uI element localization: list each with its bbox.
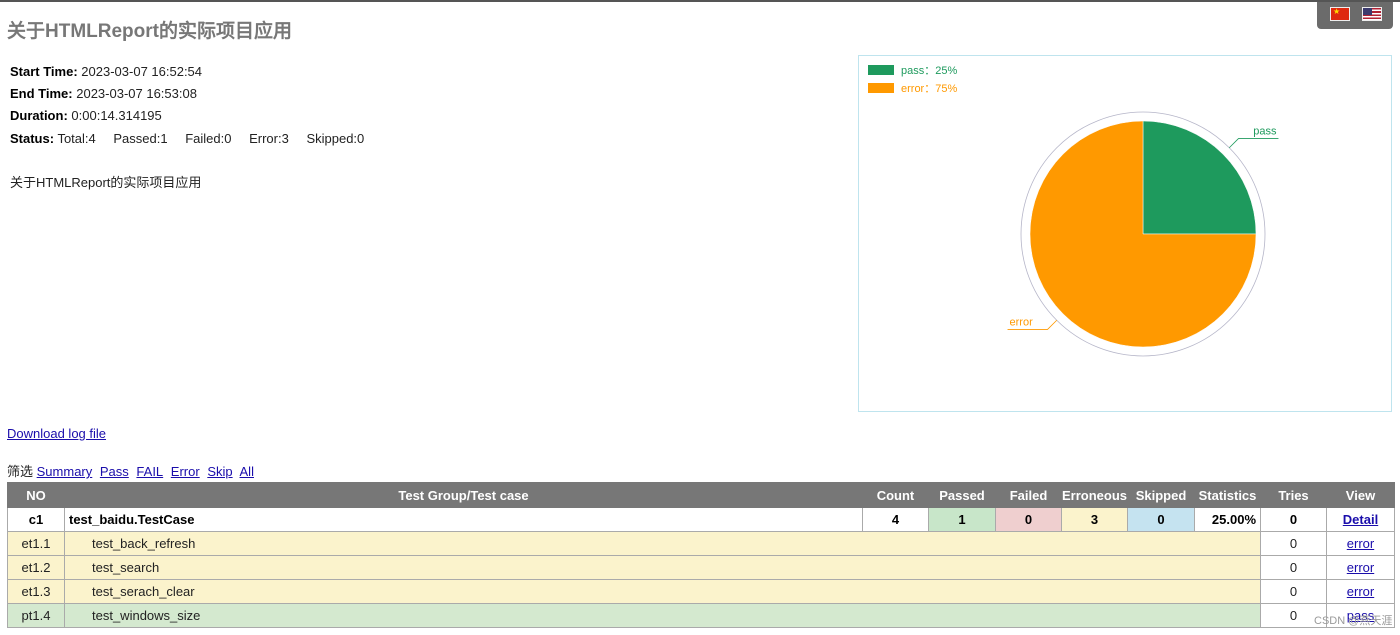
filter-bar: 筛选 Summary Pass FAIL Error Skip All	[7, 461, 254, 480]
status-total: Total:4	[57, 131, 96, 146]
table-row: et1.2 test_search 0 error	[7, 555, 1395, 580]
header-tries: Tries	[1260, 482, 1327, 508]
case-name: test_windows_size	[64, 603, 1261, 628]
legend-swatch-error	[868, 83, 894, 93]
us-flag-icon[interactable]	[1362, 7, 1382, 21]
case-view-cell: error	[1326, 531, 1395, 556]
pie-chart: pass：25% error：75% pass error	[858, 55, 1392, 412]
header-failed: Failed	[995, 482, 1062, 508]
status-skipped: Skipped:0	[306, 131, 365, 146]
header-statistics: Statistics	[1194, 482, 1261, 508]
group-failed: 0	[995, 507, 1062, 532]
pie-chart-svg: pass：25% error：75% pass error	[868, 65, 1279, 357]
report-description: 关于HTMLReport的实际项目应用	[10, 175, 202, 190]
header-passed: Passed	[928, 482, 996, 508]
group-erroneous: 3	[1061, 507, 1128, 532]
group-row: c1 test_baidu.TestCase 4 1 0 3 0 25.00% …	[7, 507, 1395, 532]
header-no: NO	[7, 482, 65, 508]
group-passed: 1	[928, 507, 996, 532]
start-time-value: 2023-03-07 16:52:54	[81, 64, 203, 79]
group-no: c1	[7, 507, 65, 532]
top-rule	[0, 0, 1400, 2]
case-name: test_back_refresh	[64, 531, 1261, 556]
header-skipped: Skipped	[1127, 482, 1195, 508]
legend-swatch-pass	[868, 65, 894, 75]
case-no: et1.3	[7, 579, 65, 604]
case-view-cell: error	[1326, 579, 1395, 604]
case-view-link[interactable]: error	[1347, 536, 1374, 551]
end-time-value: 2023-03-07 16:53:08	[76, 86, 197, 101]
download-log-link[interactable]: Download log file	[7, 426, 106, 441]
header-count: Count	[862, 482, 929, 508]
table-row: et1.3 test_serach_clear 0 error	[7, 579, 1395, 604]
group-count: 4	[862, 507, 929, 532]
case-view-link[interactable]: error	[1347, 584, 1374, 599]
case-view-link[interactable]: error	[1347, 560, 1374, 575]
start-time-label: Start Time:	[10, 64, 78, 79]
end-time: End Time: 2023-03-07 16:53:08	[10, 86, 197, 101]
table-row: et1.1 test_back_refresh 0 error	[7, 531, 1395, 556]
pie-label-error: error	[1010, 316, 1034, 328]
legend-entry-pass: pass：25%	[901, 65, 957, 77]
group-statistics: 25.00%	[1194, 507, 1261, 532]
pie-slice-pass	[1142, 120, 1257, 235]
status-failed: Failed:0	[185, 131, 232, 146]
case-no: et1.1	[7, 531, 65, 556]
pie-leader-pass	[1228, 138, 1279, 149]
group-detail-link[interactable]: Detail	[1343, 512, 1378, 527]
group-name: test_baidu.TestCase	[64, 507, 863, 532]
filter-fail-link[interactable]: FAIL	[136, 464, 163, 479]
case-name: test_search	[64, 555, 1261, 580]
cn-flag-icon[interactable]: ★	[1330, 7, 1350, 21]
page-title: 关于HTMLReport的实际项目应用	[7, 21, 292, 42]
group-view-cell: Detail	[1326, 507, 1395, 532]
watermark: CSDN @燕天涯	[1314, 615, 1393, 627]
case-name: test_serach_clear	[64, 579, 1261, 604]
status-label: Status:	[10, 131, 55, 146]
status: Status: Total:4 Passed:1 Failed:0 Error:…	[10, 131, 378, 146]
status-passed: Passed:1	[113, 131, 168, 146]
header-group: Test Group/Test case	[64, 482, 863, 508]
filter-error-link[interactable]: Error	[171, 464, 200, 479]
case-no: et1.2	[7, 555, 65, 580]
results-table: NO Test Group/Test case Count Passed Fai…	[7, 482, 1395, 628]
pie-label-pass: pass	[1253, 126, 1277, 138]
filter-pass-link[interactable]: Pass	[100, 464, 129, 479]
table-row: pt1.4 test_windows_size 0 pass	[7, 603, 1395, 628]
case-tries: 0	[1260, 531, 1327, 556]
legend-entry-error: error：75%	[901, 83, 957, 95]
group-tries: 0	[1260, 507, 1327, 532]
header-view: View	[1326, 482, 1395, 508]
case-no: pt1.4	[7, 603, 65, 628]
duration-label: Duration:	[10, 108, 68, 123]
case-tries: 0	[1260, 555, 1327, 580]
header-erroneous: Erroneous	[1061, 482, 1128, 508]
end-time-label: End Time:	[10, 86, 73, 101]
status-error: Error:3	[249, 131, 289, 146]
start-time: Start Time: 2023-03-07 16:52:54	[10, 64, 202, 79]
filter-skip-link[interactable]: Skip	[207, 464, 232, 479]
duration: Duration: 0:00:14.314195	[10, 108, 162, 123]
case-tries: 0	[1260, 579, 1327, 604]
language-switcher: ★	[1317, 2, 1393, 29]
case-view-cell: error	[1326, 555, 1395, 580]
table-header-row: NO Test Group/Test case Count Passed Fai…	[7, 482, 1395, 508]
filter-summary-link[interactable]: Summary	[37, 464, 93, 479]
filter-all-link[interactable]: All	[240, 464, 254, 479]
group-skipped: 0	[1127, 507, 1195, 532]
filter-label: 筛选	[7, 464, 34, 479]
duration-value: 0:00:14.314195	[71, 108, 162, 123]
